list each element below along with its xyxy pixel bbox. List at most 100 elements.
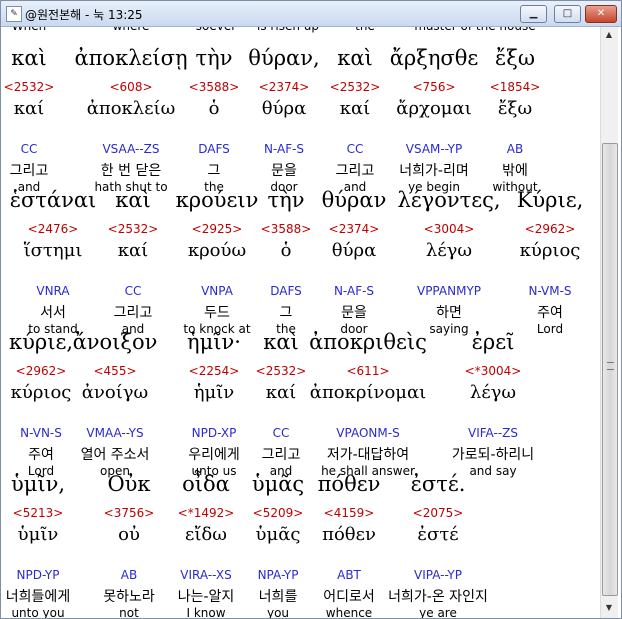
greek-word: ἄρξησθε: [389, 46, 479, 70]
scrollbar-thumb[interactable]: [602, 143, 618, 596]
greek-word: οἶδα: [182, 472, 230, 496]
parsing-code: N-AF-S: [333, 284, 375, 298]
strong-number[interactable]: <2532>: [4, 80, 55, 94]
greek-word: ὑμῖν,: [10, 472, 66, 496]
parsing-code: VNPA: [201, 284, 233, 298]
scroll-up-icon[interactable]: ▲: [603, 28, 615, 42]
greek-word: τὴν: [267, 188, 305, 212]
strong-number[interactable]: <3004>: [424, 222, 475, 236]
parsing-code: VPAONM-S: [336, 426, 400, 440]
cut-english-gloss: the: [355, 27, 375, 33]
greek-word: ἄνοιξον: [72, 330, 158, 354]
parsing-code: AB: [506, 142, 524, 156]
lemma: ἀποκλείω: [86, 98, 176, 119]
scroll-down-icon[interactable]: ▼: [603, 601, 615, 615]
korean-gloss: 가로되-하리니: [451, 447, 535, 463]
maximize-button[interactable]: □: [554, 5, 581, 23]
title-bar[interactable]: ✎ @원전본해 - 눅 13:25 ▁ □ ✕: [1, 1, 621, 27]
interlinear-window: ✎ @원전본해 - 눅 13:25 ▁ □ ✕ When where soever i…: [0, 0, 622, 619]
korean-gloss: 저가-대답하여: [326, 447, 410, 463]
parsing-code: NPD-YP: [16, 568, 60, 582]
strong-number[interactable]: <*3004>: [465, 364, 522, 378]
parsing-code: VSAM--YP: [405, 142, 463, 156]
parsing-code: N-VN-S: [20, 426, 62, 440]
cut-english-gloss: is risen up: [257, 27, 319, 33]
lemma: καί: [265, 382, 297, 403]
greek-word: ἀποκλείσῃ: [74, 46, 188, 70]
lemma: λέγω: [469, 382, 517, 403]
greek-word: κύριε,: [8, 330, 74, 354]
lemma: ὑμᾶς: [255, 524, 301, 545]
korean-gloss: 그리고: [335, 163, 375, 179]
strong-number[interactable]: <2962>: [16, 364, 67, 378]
korean-gloss: 못하노라: [103, 589, 155, 605]
strong-number[interactable]: <2532>: [256, 364, 307, 378]
strong-number[interactable]: <*1492>: [178, 506, 235, 520]
strong-number[interactable]: <608>: [109, 80, 152, 94]
cut-english-gloss: master of the house: [414, 27, 535, 33]
korean-gloss: 문을: [271, 163, 297, 179]
korean-gloss: 너희가-리며: [399, 163, 469, 179]
strong-number[interactable]: <2532>: [108, 222, 159, 236]
parsing-code: N-VM-S: [528, 284, 572, 298]
korean-gloss: 나는-알지: [177, 589, 235, 605]
strong-number[interactable]: <455>: [93, 364, 136, 378]
english-gloss: you: [266, 606, 290, 618]
strong-number[interactable]: <4159>: [324, 506, 375, 520]
strong-number[interactable]: <611>: [346, 364, 389, 378]
lemma: κύριος: [10, 382, 72, 403]
parsing-code: CC: [20, 142, 38, 156]
lemma: θύρα: [331, 240, 377, 261]
app-icon: ✎: [6, 6, 22, 22]
strong-number[interactable]: <3756>: [104, 506, 155, 520]
strong-number[interactable]: <3588>: [189, 80, 240, 94]
strong-number[interactable]: <5209>: [253, 506, 304, 520]
lemma: ὑμῖν: [17, 524, 59, 545]
parsing-code: CC: [346, 142, 364, 156]
lemma: εἴδω: [185, 524, 227, 545]
strong-number[interactable]: <1854>: [490, 80, 541, 94]
korean-gloss: 주여: [28, 447, 54, 463]
korean-gloss: 어디로서: [323, 589, 375, 605]
parsing-code: CC: [124, 284, 142, 298]
parsing-code: NPD-XP: [191, 426, 237, 440]
strong-number[interactable]: <756>: [412, 80, 455, 94]
parsing-code: VSAA--ZS: [102, 142, 160, 156]
cut-english-gloss: soever: [196, 27, 236, 33]
lemma: ἀνοίγω: [81, 382, 149, 403]
strong-number[interactable]: <2075>: [413, 506, 464, 520]
window-title: @원전본해 - 눅 13:25: [25, 8, 143, 22]
scroll-grip-icon: [607, 362, 614, 370]
strong-number[interactable]: <2476>: [28, 222, 79, 236]
lemma: καί: [339, 98, 371, 119]
lemma: οὐ: [118, 524, 140, 545]
korean-gloss: 서서: [40, 305, 66, 321]
strong-number[interactable]: <2532>: [330, 80, 381, 94]
strong-number[interactable]: <2962>: [525, 222, 576, 236]
vertical-scrollbar[interactable]: ▲ ▼: [600, 27, 618, 618]
greek-word: κρούειν: [175, 188, 259, 212]
greek-word: Κύριε,: [516, 188, 584, 212]
strong-number[interactable]: <2925>: [192, 222, 243, 236]
strong-number[interactable]: <3588>: [261, 222, 312, 236]
strong-number[interactable]: <2374>: [259, 80, 310, 94]
greek-word: θύραν: [321, 188, 387, 212]
greek-word: ἀποκριθεὶς: [309, 330, 427, 354]
lemma: ὁ: [208, 98, 220, 119]
strong-number[interactable]: <5213>: [13, 506, 64, 520]
lemma: θύρα: [261, 98, 307, 119]
strong-number[interactable]: <2374>: [329, 222, 380, 236]
greek-word: καὶ: [263, 330, 299, 354]
minimize-button[interactable]: ▁: [520, 5, 547, 23]
parsing-code: VIRA--XS: [180, 568, 232, 582]
english-gloss: saying: [429, 322, 469, 336]
english-gloss: ye are: [419, 606, 457, 618]
english-gloss: and say: [469, 464, 517, 478]
close-button[interactable]: ✕: [585, 5, 617, 23]
greek-word: καὶ: [115, 188, 151, 212]
korean-gloss: 문을: [341, 305, 367, 321]
greek-word: Οὐκ: [107, 472, 151, 496]
interlinear-content: When where soever is risen up the master of t…: [1, 27, 600, 618]
strong-number[interactable]: <2254>: [189, 364, 240, 378]
cut-english-gloss: When: [12, 27, 46, 33]
